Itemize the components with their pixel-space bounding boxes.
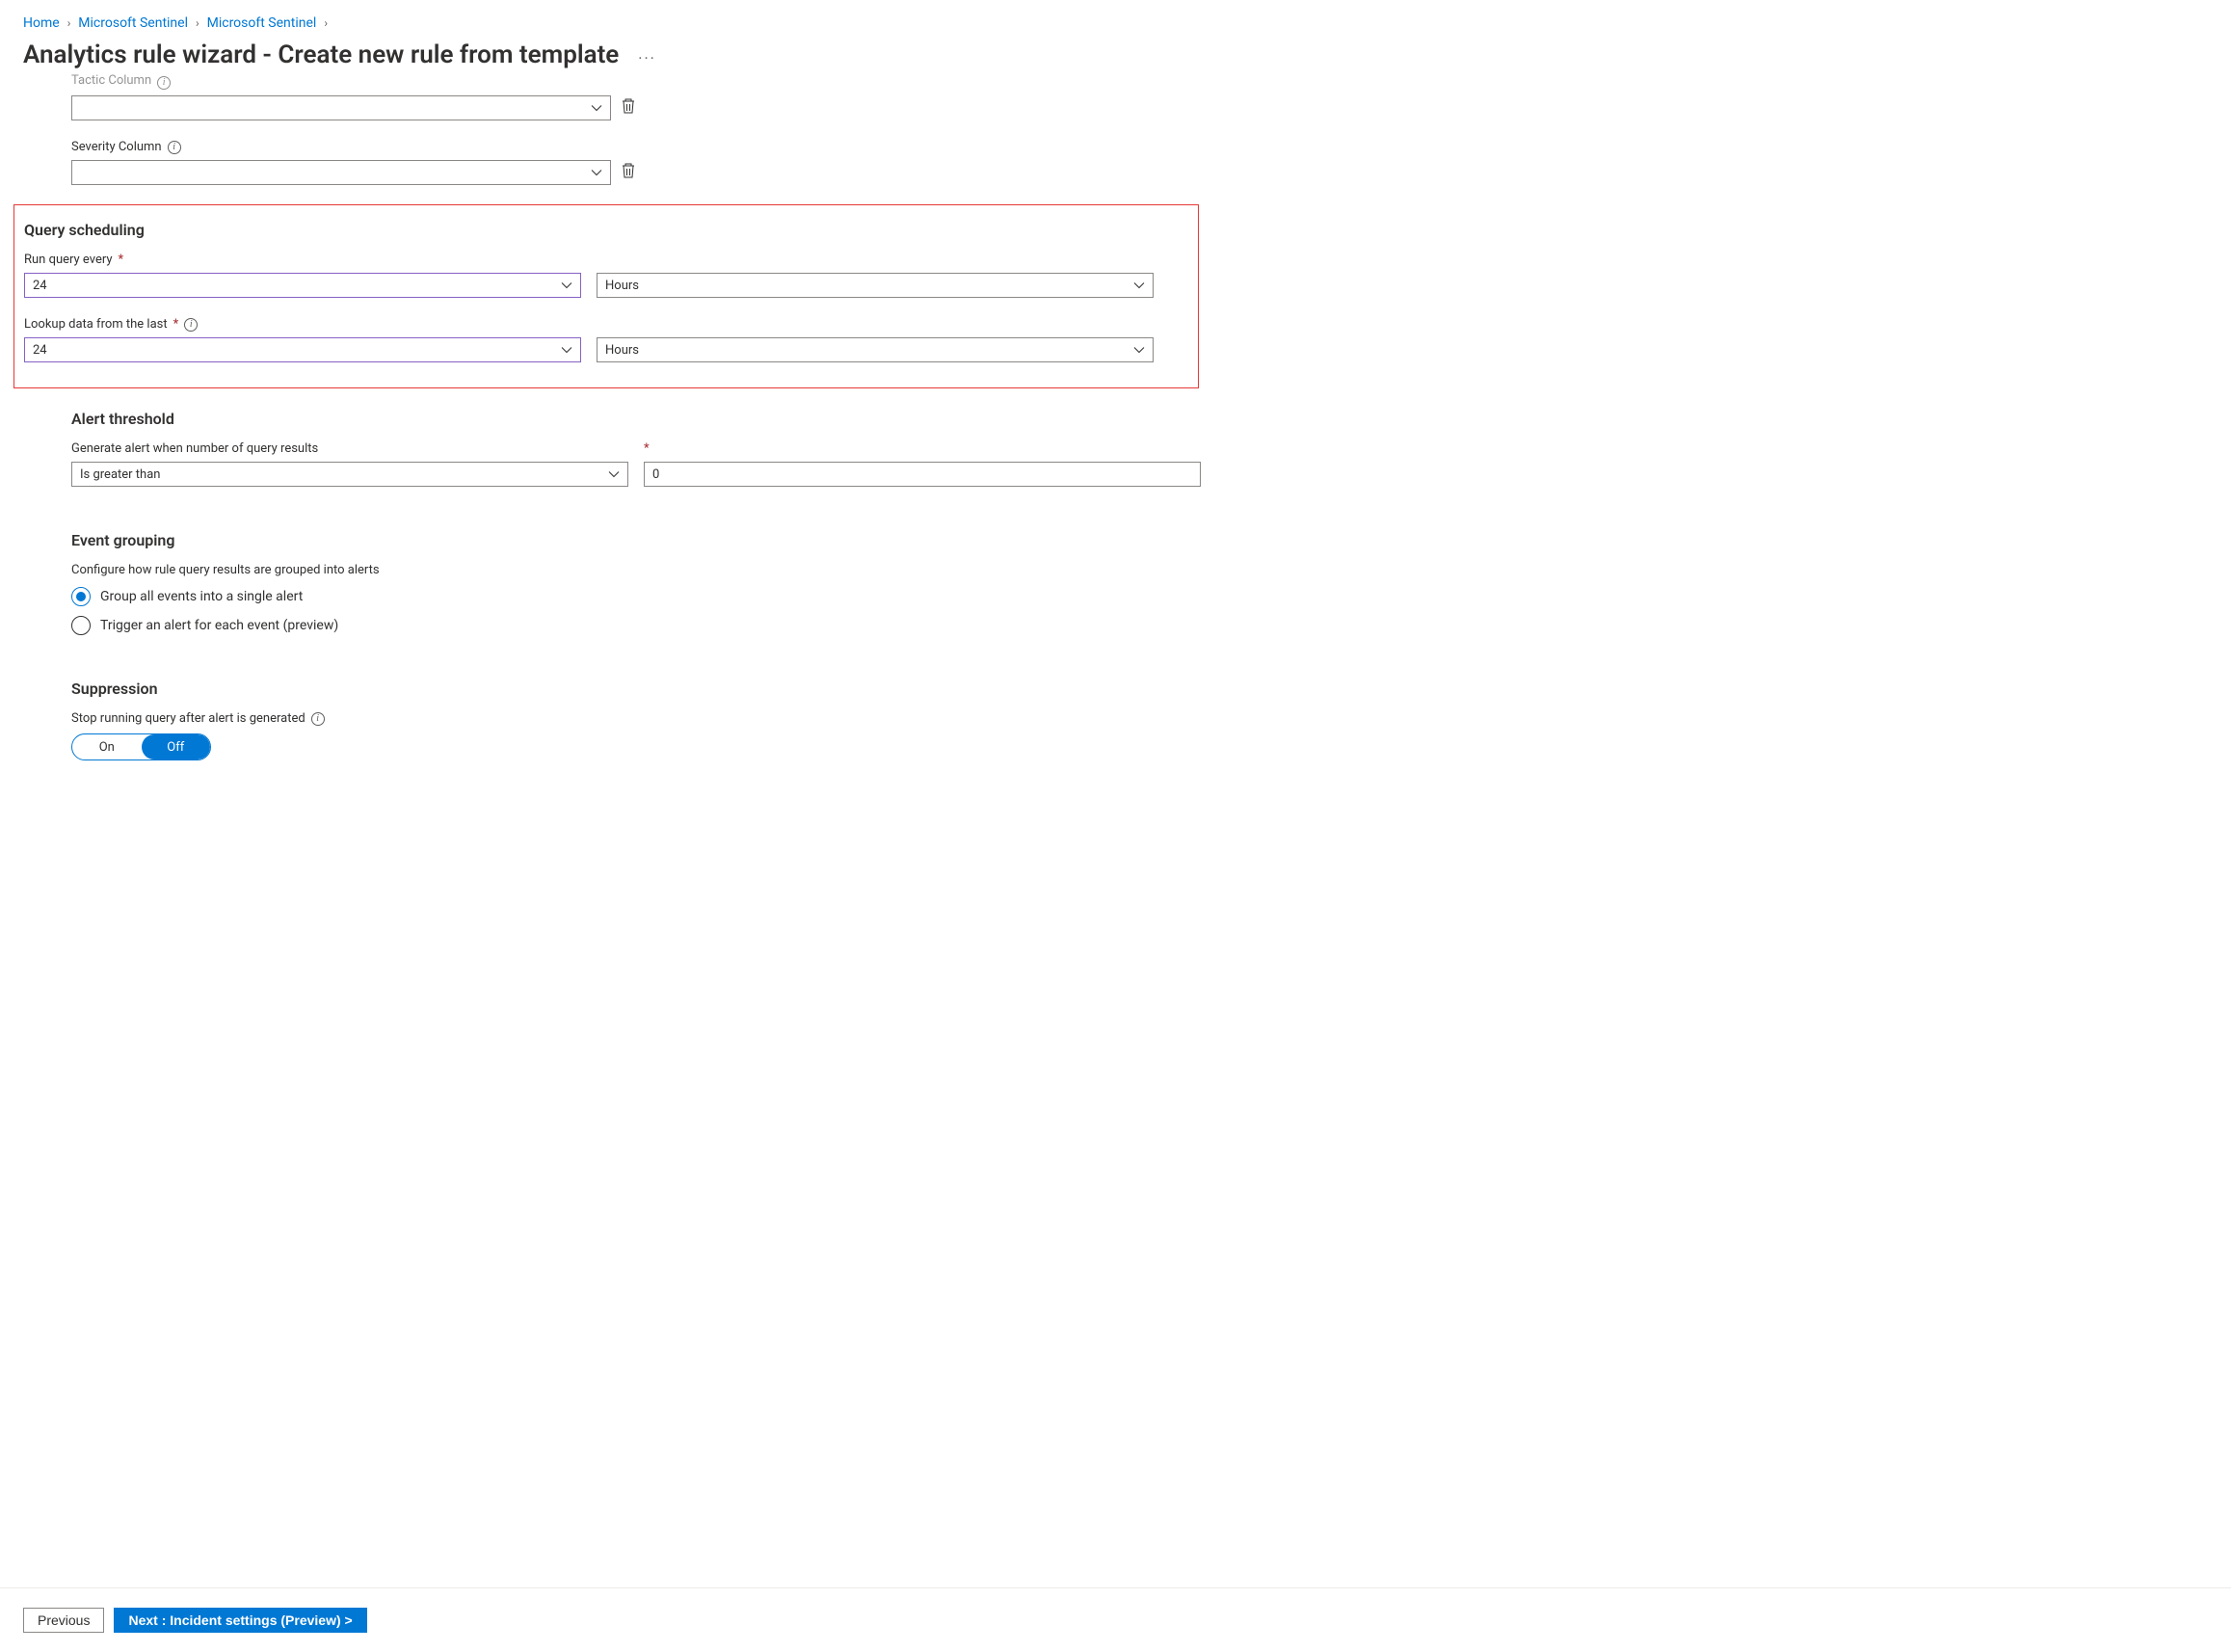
query-scheduling-section: Query scheduling Run query every * 24 Ho… [13, 204, 1199, 388]
info-icon[interactable]: i [168, 141, 181, 154]
chevron-down-icon [608, 468, 620, 480]
breadcrumb-sep: › [196, 16, 199, 30]
run-every-label: Run query every [24, 253, 113, 267]
breadcrumb-sentinel-1[interactable]: Microsoft Sentinel [78, 15, 188, 31]
lookup-value: 24 [33, 343, 47, 358]
required-asterisk: * [119, 253, 124, 267]
tactic-column-label: Tactic Column [71, 73, 151, 88]
lookup-value-input[interactable]: 24 [24, 337, 581, 362]
run-every-value-input[interactable]: 24 [24, 273, 581, 298]
lookup-unit-select[interactable]: Hours [597, 337, 1154, 362]
lookup-label: Lookup data from the last [24, 317, 168, 332]
run-every-value: 24 [33, 279, 47, 293]
query-scheduling-title: Query scheduling [24, 221, 1188, 239]
severity-column-label: Severity Column [71, 140, 162, 154]
suppression-label: Stop running query after alert is genera… [71, 711, 305, 726]
suppression-toggle[interactable]: On Off [71, 733, 211, 760]
wizard-footer: Previous Next : Incident settings (Previ… [0, 1587, 2231, 1652]
page-title: Analytics rule wizard - Create new rule … [23, 40, 619, 69]
threshold-value-input[interactable]: 0 [644, 462, 1201, 487]
breadcrumb-sep: › [324, 16, 328, 30]
suppression-title: Suppression [71, 679, 1228, 698]
chevron-down-icon [1133, 344, 1145, 356]
grouping-desc: Configure how rule query results are gro… [71, 563, 380, 577]
chevron-down-icon [591, 102, 602, 114]
breadcrumb: Home › Microsoft Sentinel › Microsoft Se… [23, 15, 2208, 31]
delete-icon[interactable] [621, 97, 636, 115]
breadcrumb-home[interactable]: Home [23, 15, 60, 31]
grouping-option-each[interactable]: Trigger an alert for each event (preview… [71, 616, 1228, 635]
lookup-unit: Hours [605, 343, 639, 358]
tactic-column-select[interactable] [71, 95, 611, 120]
alert-threshold-title: Alert threshold [71, 410, 1228, 428]
breadcrumb-sentinel-2[interactable]: Microsoft Sentinel [207, 15, 317, 31]
grouping-opt1-label: Group all events into a single alert [100, 589, 303, 604]
toggle-on[interactable]: On [72, 734, 142, 759]
info-icon[interactable]: i [157, 76, 171, 90]
info-icon[interactable]: i [311, 712, 325, 726]
grouping-option-single[interactable]: Group all events into a single alert [71, 587, 1228, 606]
chevron-down-icon [591, 167, 602, 178]
chevron-down-icon [561, 344, 572, 356]
required-asterisk: * [644, 441, 650, 456]
breadcrumb-sep: › [67, 16, 71, 30]
run-every-unit: Hours [605, 279, 639, 293]
run-every-unit-select[interactable]: Hours [597, 273, 1154, 298]
chevron-down-icon [561, 280, 572, 291]
threshold-operator: Is greater than [80, 467, 160, 482]
threshold-value: 0 [652, 467, 659, 482]
next-button[interactable]: Next : Incident settings (Preview) > [114, 1608, 366, 1633]
toggle-off[interactable]: Off [142, 734, 211, 759]
radio-checked-icon [71, 587, 91, 606]
info-icon[interactable]: i [184, 318, 198, 332]
threshold-operator-select[interactable]: Is greater than [71, 462, 628, 487]
previous-button[interactable]: Previous [23, 1608, 104, 1633]
chevron-down-icon [1133, 280, 1145, 291]
required-asterisk: * [173, 317, 179, 332]
radio-unchecked-icon [71, 616, 91, 635]
threshold-label: Generate alert when number of query resu… [71, 441, 318, 456]
more-actions-icon[interactable]: ··· [638, 49, 656, 67]
grouping-opt2-label: Trigger an alert for each event (preview… [100, 618, 338, 633]
delete-icon[interactable] [621, 162, 636, 179]
event-grouping-title: Event grouping [71, 531, 1228, 549]
severity-column-select[interactable] [71, 160, 611, 185]
